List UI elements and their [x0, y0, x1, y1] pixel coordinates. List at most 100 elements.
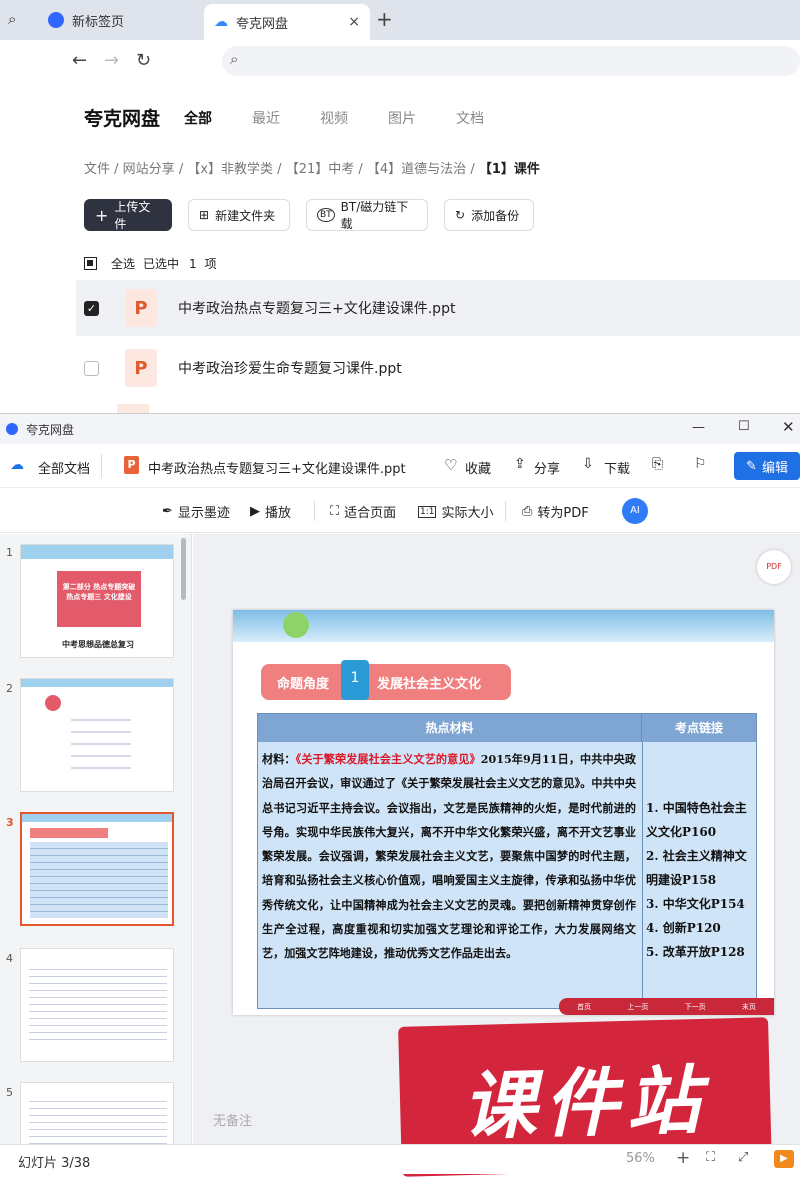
slide-thumbnail[interactable] [20, 678, 174, 792]
viewer-window-title: 夸克网盘 [26, 422, 75, 437]
tab-all[interactable]: 全部 [184, 108, 212, 128]
upload-button[interactable]: + 上传文件 [84, 199, 172, 231]
slide-thumbnail-panel: 1 第二部分 热点专题突破 热点专题三 文化建设 中考思想品德总复习 2 3 4… [0, 534, 192, 1144]
zoom-level: 56% [626, 1151, 655, 1166]
convert-pdf-button[interactable]: ⎙ 转为PDF [522, 502, 589, 521]
pan-logo[interactable]: 夸克网盘 [84, 104, 160, 131]
ai-assistant-icon[interactable]: AI [622, 498, 648, 524]
search-icon: ⌕ [230, 50, 239, 68]
link-item: 2. 社会主义精神文 明建设P158 [646, 849, 759, 887]
slide-thumbnail[interactable]: 第二部分 热点专题突破 热点专题三 文化建设 中考思想品德总复习 [20, 544, 174, 658]
plus-icon: + [95, 205, 109, 225]
actual-size-button[interactable]: 1:1 实际大小 [418, 502, 494, 521]
play-button[interactable]: ▶ 播放 [250, 502, 291, 521]
selected-unit: 项 [204, 257, 217, 271]
slide-nav-first[interactable]: 首页 [577, 1002, 591, 1012]
share-button[interactable]: 分享 [534, 458, 560, 477]
viewer-action-bar: ☁ 全部文档 P 中考政治热点专题复习三+文化建设课件.ppt ♡ 收藏 ⇪ 分… [0, 444, 800, 488]
crumb-item[interactable]: 【4】道德与法治 [367, 162, 466, 177]
new-tab-button[interactable]: + [376, 7, 393, 31]
pen-icon: ✎ [746, 458, 757, 474]
fit-screen-icon[interactable]: ⛶ [706, 1150, 715, 1165]
tab-image[interactable]: 图片 [388, 108, 416, 128]
edit-button[interactable]: ✎ 编辑 [734, 452, 800, 480]
file-checkbox[interactable]: ✓ [84, 300, 99, 316]
divider [314, 501, 315, 521]
link-item: 1. 中国特色社会主义文化P160 [646, 801, 747, 839]
pdf-float-icon[interactable]: PDF [757, 550, 791, 584]
maximize-icon[interactable]: ☐ [738, 419, 750, 434]
edit-label: 编辑 [761, 460, 788, 476]
crumb-current: 【1】课件 [478, 162, 540, 177]
slide-nav-prev[interactable]: 上一页 [627, 1002, 648, 1012]
address-bar[interactable]: ⌕ [222, 46, 800, 76]
selected-prefix: 已选中 [143, 257, 180, 271]
feedback-icon[interactable]: ⚐ [694, 456, 707, 472]
pdf-icon: ⎙ [522, 504, 533, 519]
viewer-status-bar: 幻灯片 3/38 56% + ⛶ ⤢ ▶ [0, 1144, 800, 1174]
new-folder-button[interactable]: ⊞ 新建文件夹 [188, 199, 290, 231]
tab-search-icon[interactable]: ⌕ [8, 10, 16, 28]
select-all-label[interactable]: 全选 [111, 255, 135, 272]
material-text: 2015年9月11日，中共中央政治局召开会议，审议通过了《关于繁荣发展社会主义文… [262, 753, 636, 961]
file-row[interactable]: ✓ P 中考政治热点专题复习三+文化建设课件.ppt [76, 280, 800, 336]
add-backup-button[interactable]: ↻ 添加备份 [444, 199, 534, 231]
link-item: 4. 创新P120 [646, 921, 721, 935]
slide-thumbnail[interactable] [20, 1082, 174, 1144]
play-slideshow-icon[interactable]: ▶ [774, 1150, 794, 1168]
actual-label: 实际大小 [441, 506, 494, 521]
material-cell: 材料：《关于繁荣发展社会主义文艺的意见》2015年9月11日，中共中央政治局召开… [262, 748, 636, 967]
all-docs-link[interactable]: 全部文档 [38, 458, 90, 477]
play-label: 播放 [265, 506, 292, 521]
fullscreen-icon[interactable]: ⤢ [738, 1150, 748, 1165]
favorite-button[interactable]: 收藏 [465, 458, 491, 477]
download-button[interactable]: 下载 [604, 458, 630, 477]
fit-page-button[interactable]: ⛶ 适合页面 [330, 502, 396, 521]
crumb-item[interactable]: 文件 [84, 162, 110, 177]
slide-nav-next[interactable]: 下一页 [685, 1002, 706, 1012]
export-icon[interactable]: ⎘ [652, 456, 663, 472]
selection-row: 全选 已选中 1 项 [84, 255, 217, 272]
thumb-number: 2 [6, 682, 13, 695]
slide-thumbnail[interactable] [20, 948, 174, 1062]
reload-icon[interactable]: ↻ [136, 50, 151, 71]
minimize-icon[interactable]: — [692, 420, 705, 435]
bt-download-button[interactable]: BT BT/磁力链下载 [306, 199, 428, 231]
leaf-decoration-icon [283, 612, 309, 638]
crumb-item[interactable]: 【21】中考 [286, 162, 355, 177]
notes-placeholder: 无备注 [213, 1114, 253, 1129]
slide-nav-bar: 首页 上一页 下一页 末页 [559, 998, 774, 1015]
viewer-title-bar: 夸克网盘 — ☐ ✕ [0, 414, 800, 444]
forward-icon[interactable]: → [104, 50, 119, 71]
tab-doc[interactable]: 文档 [456, 108, 484, 128]
column-divider [642, 742, 643, 1010]
file-row[interactable]: P 中考政治珍爱生命专题复习课件.ppt [76, 340, 800, 396]
ppt-file-icon: P [125, 349, 157, 387]
close-tab-icon[interactable]: × [348, 14, 360, 30]
crumb-item[interactable]: 【x】非教学类 [187, 162, 273, 177]
tab-new[interactable]: 新标签页 [38, 4, 203, 36]
ppt-icon: P [124, 456, 139, 474]
download-icon: ⇩ [582, 456, 594, 472]
ink-toggle[interactable]: ✒ 显示墨迹 [162, 502, 230, 521]
backup-icon: ↻ [455, 208, 466, 222]
tab-recent[interactable]: 最近 [252, 108, 280, 128]
file-name[interactable]: 中考政治热点专题复习三+文化建设课件.ppt [178, 298, 455, 318]
file-checkbox[interactable] [84, 360, 99, 376]
new-folder-label: 新建文件夹 [215, 208, 276, 223]
slide-nav-last[interactable]: 末页 [742, 1002, 756, 1012]
select-all-checkbox[interactable] [84, 257, 97, 270]
tab-video[interactable]: 视频 [320, 108, 348, 128]
close-window-icon[interactable]: ✕ [782, 418, 795, 436]
crumb-item[interactable]: 网站分享 [123, 162, 175, 177]
slide-banner [233, 610, 774, 642]
breadcrumb: 文件 / 网站分享 / 【x】非教学类 / 【21】中考 / 【4】道德与法治 … [84, 162, 540, 177]
zoom-in-icon[interactable]: + [676, 1148, 690, 1168]
fit-icon: ⛶ [330, 504, 340, 519]
actual-size-icon: 1:1 [418, 505, 437, 518]
back-icon[interactable]: ← [72, 50, 87, 71]
tab-quark-pan[interactable]: ☁ 夸克网盘 × [204, 4, 370, 40]
file-name[interactable]: 中考政治珍爱生命专题复习课件.ppt [178, 358, 402, 378]
slide-thumbnail-active[interactable] [20, 812, 174, 926]
thumb-scrollbar[interactable] [181, 538, 186, 600]
